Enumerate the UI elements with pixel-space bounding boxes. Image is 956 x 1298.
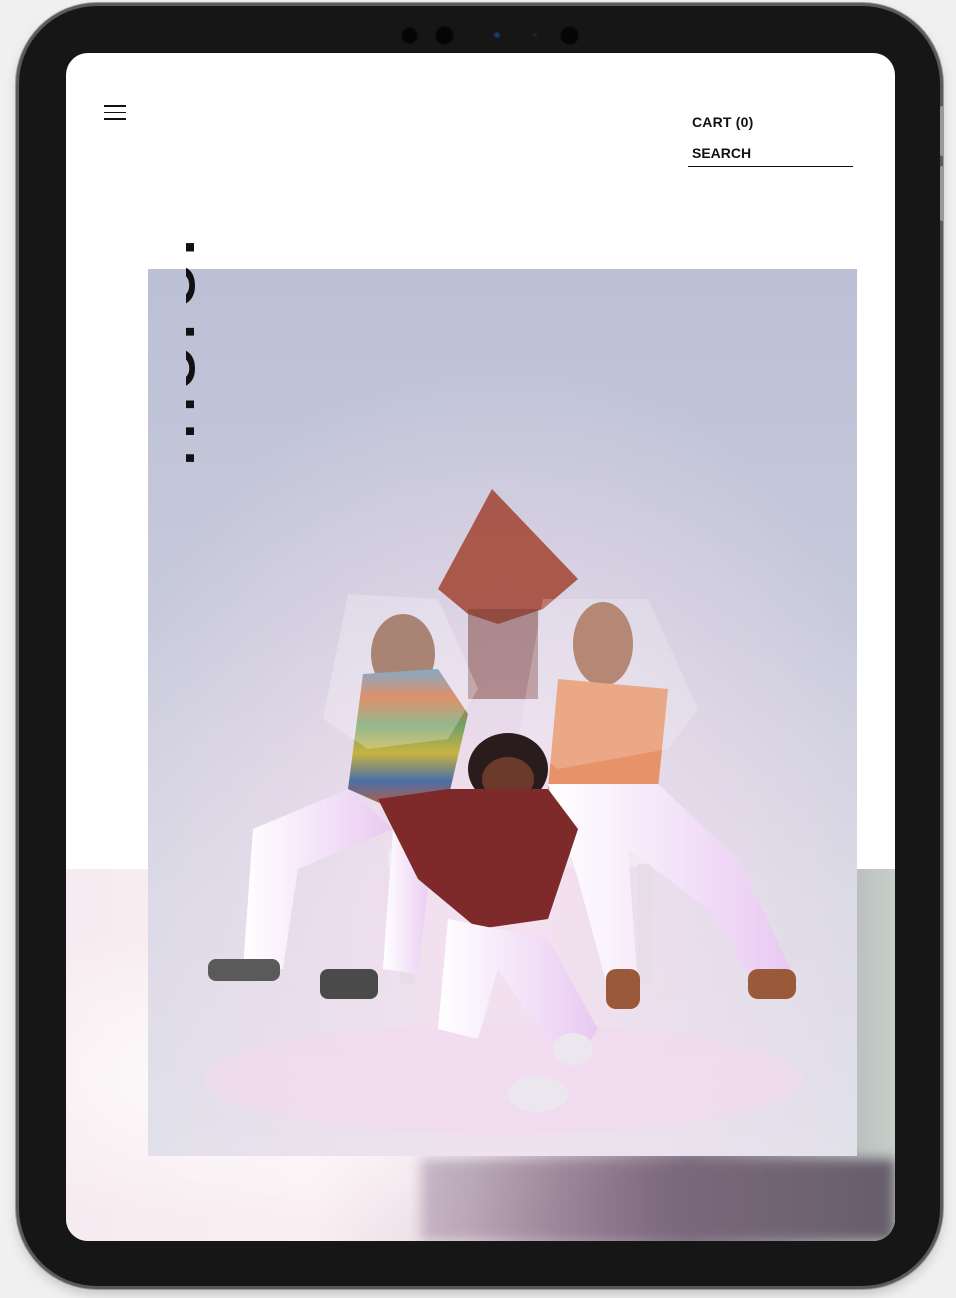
ambient-sensor <box>533 33 537 37</box>
cart-link[interactable]: CART (0) <box>692 113 854 131</box>
search-label: SEARCH <box>692 145 752 161</box>
logo-text: more. <box>186 233 213 468</box>
camera-bar <box>399 24 579 46</box>
brand-logo-mark: more. <box>114 233 213 468</box>
front-camera <box>494 32 500 38</box>
header-links: CART (0) SEARCH <box>688 113 854 167</box>
volume-button-lower <box>940 166 944 221</box>
hamburger-menu-icon[interactable] <box>104 105 126 123</box>
sensor-dot <box>401 27 418 44</box>
brand-logo: more. <box>114 158 254 468</box>
volume-button <box>940 106 944 156</box>
search-input[interactable]: SEARCH <box>688 145 853 167</box>
app-screen: CART (0) SEARCH more. <box>66 53 895 1241</box>
flash-lens <box>560 26 579 45</box>
hero-image <box>148 269 857 1156</box>
camera-lens <box>435 26 454 45</box>
hero-photo <box>148 269 857 1156</box>
